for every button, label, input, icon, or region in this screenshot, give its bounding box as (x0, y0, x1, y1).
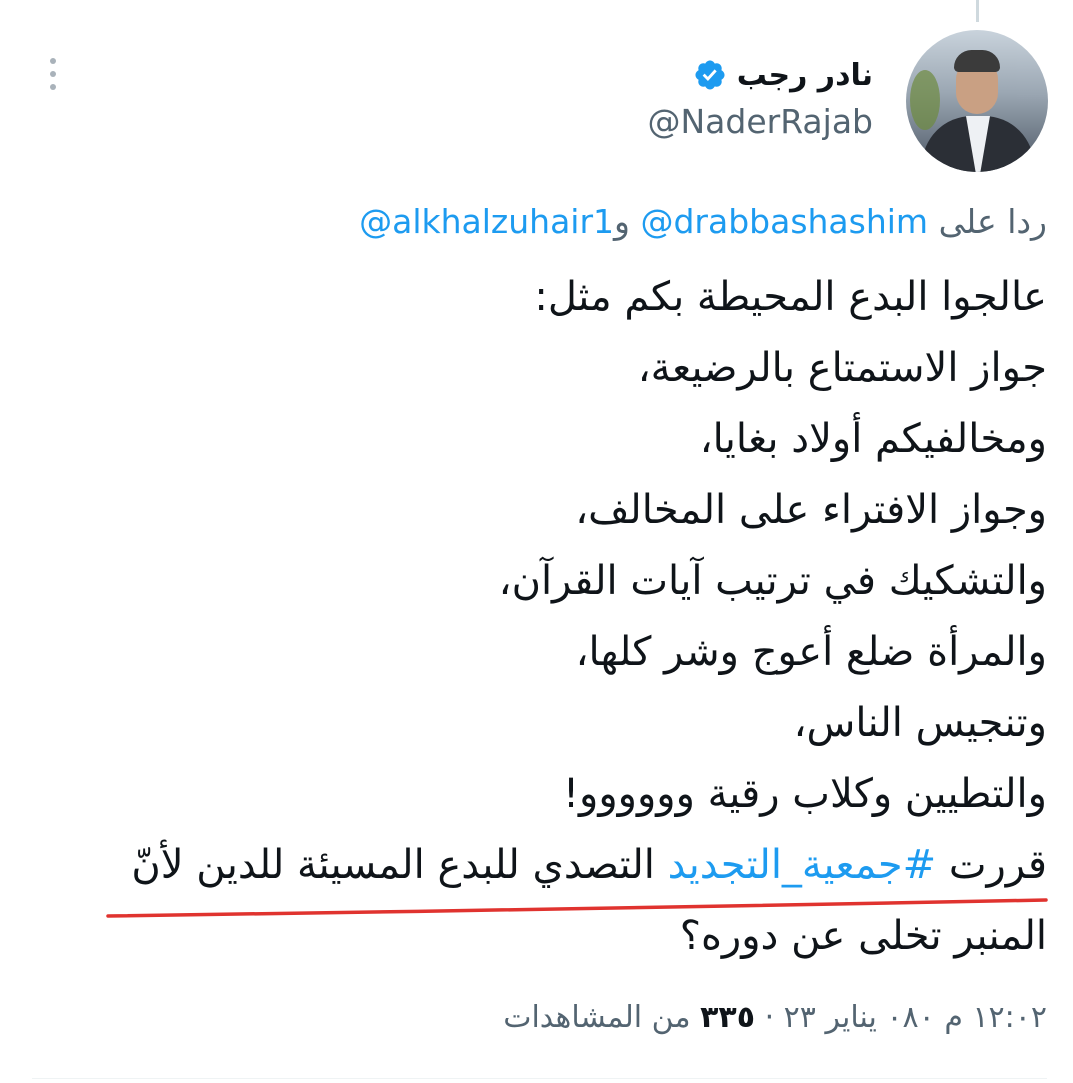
reply-prefix: ردا على (938, 202, 1047, 241)
reply-mention-alkhalzuhair1[interactable]: @alkhalzuhair1 (359, 202, 614, 241)
tweet-timestamp[interactable]: ١٢:٠٢ م ٠٨٠ يناير ٢٣ (784, 1000, 1047, 1035)
tweet-highlight-prefix: قررت (936, 842, 1047, 888)
verified-badge-icon (695, 60, 725, 90)
tweet-line: عالجوا البدع المحيطة بكم مثل: (534, 274, 1047, 320)
divider (32, 1078, 1047, 1079)
tweet-line: والتشكيك في ترتيب آيات القرآن، (498, 558, 1047, 604)
thread-connector-line (976, 0, 979, 22)
author-name-row[interactable]: نادر رجب (693, 54, 873, 96)
tweet-line: وجواز الافتراء على المخالف، (575, 487, 1047, 533)
meta-separator: · (764, 1000, 775, 1035)
author-name[interactable]: نادر رجب (737, 58, 873, 93)
author-handle[interactable]: @NaderRajab (648, 102, 874, 141)
tweet-highlight-suffix: التصدي للبدع المسيئة للدين لأنّ (131, 842, 668, 888)
views-label: من المشاهدات (503, 1000, 691, 1035)
tweet-line: وتنجيس الناس، (793, 700, 1047, 746)
tweet-metadata: ١٢:٠٢ م ٠٨٠ يناير ٢٣ · ٣٣٥ من المشاهدات (503, 1000, 1047, 1035)
reply-conjunction: و (614, 202, 630, 241)
views-count: ٣٣٥ (700, 1000, 756, 1035)
more-options-icon[interactable] (38, 52, 68, 96)
tweet-line: والتطيين وكلاب رقية وووووو! (562, 771, 1047, 817)
red-underline-annotation (106, 898, 1048, 918)
hashtag-link[interactable]: #جمعية_التجديد (668, 842, 937, 888)
reply-context: ردا على @drabbashashim و@alkhalzuhair1 (359, 202, 1047, 241)
reply-mention-drabbashashim[interactable]: @drabbashashim (640, 202, 928, 241)
avatar[interactable] (906, 30, 1048, 172)
tweet-text: عالجوا البدع المحيطة بكم مثل: جواز الاست… (37, 262, 1047, 972)
tweet-highlight-line: قررت #جمعية_التجديد التصدي للبدع المسيئة… (37, 830, 1047, 901)
tweet-line: ومخالفيكم أولاد بغايا، (699, 416, 1047, 462)
tweet-line: جواز الاستمتاع بالرضيعة، (637, 345, 1047, 391)
tweet-line: والمرأة ضلع أعوج وشر كلها، (575, 629, 1047, 675)
